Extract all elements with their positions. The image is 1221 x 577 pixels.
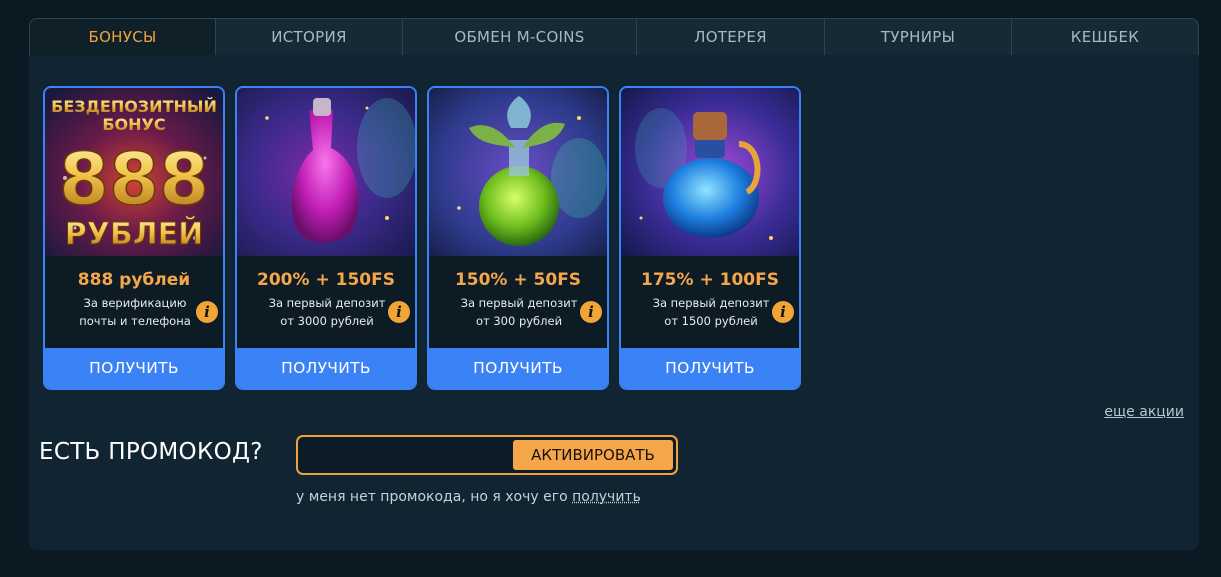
tab-lottery[interactable]: ЛОТЕРЕЯ [637, 18, 825, 55]
bonus-card: 150% + 50FS За первый депозит от 300 руб… [427, 86, 609, 390]
bonus-title: 175% + 100FS [641, 270, 779, 290]
bonus-desc-line1: За верификацию [83, 296, 187, 310]
activate-button[interactable]: АКТИВИРОВАТЬ [513, 440, 673, 470]
promo-code-label: ЕСТЬ ПРОМОКОД? [39, 439, 263, 465]
banner-amount: 888 [59, 137, 209, 221]
bonus-description: За первый депозит от 1500 рублей [643, 294, 779, 330]
bonus-cards: БЕЗДЕПОЗИТНЫЙ БОНУС 888 РУБЛЕЙ 888 рубле… [43, 86, 801, 390]
bonus-desc-line1: За первый депозит [460, 296, 578, 310]
bonus-title: 200% + 150FS [257, 270, 395, 290]
banner-line2: БОНУС [102, 115, 165, 134]
bonus-desc-line2: от 300 рублей [475, 314, 563, 328]
promo-hint: у меня нет промокода, но я хочу его полу… [296, 489, 641, 505]
info-icon[interactable]: i [196, 301, 218, 323]
tab-bonuses[interactable]: БОНУСЫ [29, 18, 216, 55]
bonus-desc-line1: За первый депозит [652, 296, 770, 310]
tab-tournaments[interactable]: ТУРНИРЫ [825, 18, 1012, 55]
bonus-card: БЕЗДЕПОЗИТНЫЙ БОНУС 888 РУБЛЕЙ 888 рубле… [43, 86, 225, 390]
tab-m-coins-exchange[interactable]: ОБМЕН M-COINS [403, 18, 637, 55]
bonus-card: 200% + 150FS За первый депозит от 3000 р… [235, 86, 417, 390]
get-promo-link[interactable]: получить [572, 489, 641, 505]
more-promotions-link[interactable]: еще акции [1104, 404, 1184, 420]
bonus-desc-line2: почты и телефона [79, 314, 191, 328]
blue-potion-image [621, 88, 799, 256]
tab-history[interactable]: ИСТОРИЯ [216, 18, 403, 55]
tab-cashback[interactable]: КЕШБЕК [1012, 18, 1199, 55]
bonus-desc-line2: от 3000 рублей [280, 314, 374, 328]
bonus-description: За первый депозит от 3000 рублей [259, 294, 395, 330]
green-potion-image [429, 88, 607, 256]
banner-line1: БЕЗДЕПОЗИТНЫЙ [51, 97, 217, 116]
banner-currency: РУБЛЕЙ [65, 216, 204, 252]
get-bonus-button[interactable]: ПОЛУЧИТЬ [45, 348, 223, 388]
bonus-desc-line2: от 1500 рублей [664, 314, 758, 328]
bonus-card: 175% + 100FS За первый депозит от 1500 р… [619, 86, 801, 390]
info-icon[interactable]: i [772, 301, 794, 323]
bonus-description: За верификацию почты и телефона [67, 294, 203, 330]
tab-bar: БОНУСЫ ИСТОРИЯ ОБМЕН M-COINS ЛОТЕРЕЯ ТУР… [29, 18, 1199, 55]
promo-code-input[interactable] [302, 440, 512, 470]
bonus-title: 150% + 50FS [454, 270, 582, 290]
info-icon[interactable]: i [388, 301, 410, 323]
info-icon[interactable]: i [580, 301, 602, 323]
purple-potion-image [237, 88, 415, 256]
get-bonus-button[interactable]: ПОЛУЧИТЬ [237, 348, 415, 388]
promo-code-form: АКТИВИРОВАТЬ [296, 435, 678, 475]
bonus-desc-line1: За первый депозит [268, 296, 386, 310]
get-bonus-button[interactable]: ПОЛУЧИТЬ [621, 348, 799, 388]
bonuses-panel: БОНУСЫ ИСТОРИЯ ОБМЕН M-COINS ЛОТЕРЕЯ ТУР… [29, 18, 1199, 550]
bonus-title: 888 рублей [77, 270, 191, 290]
bonus-description: За первый депозит от 300 рублей [451, 294, 587, 330]
get-bonus-button[interactable]: ПОЛУЧИТЬ [429, 348, 607, 388]
promo-hint-text: у меня нет промокода, но я хочу его [296, 489, 568, 505]
no-deposit-bonus-image: БЕЗДЕПОЗИТНЫЙ БОНУС 888 РУБЛЕЙ [45, 88, 223, 256]
